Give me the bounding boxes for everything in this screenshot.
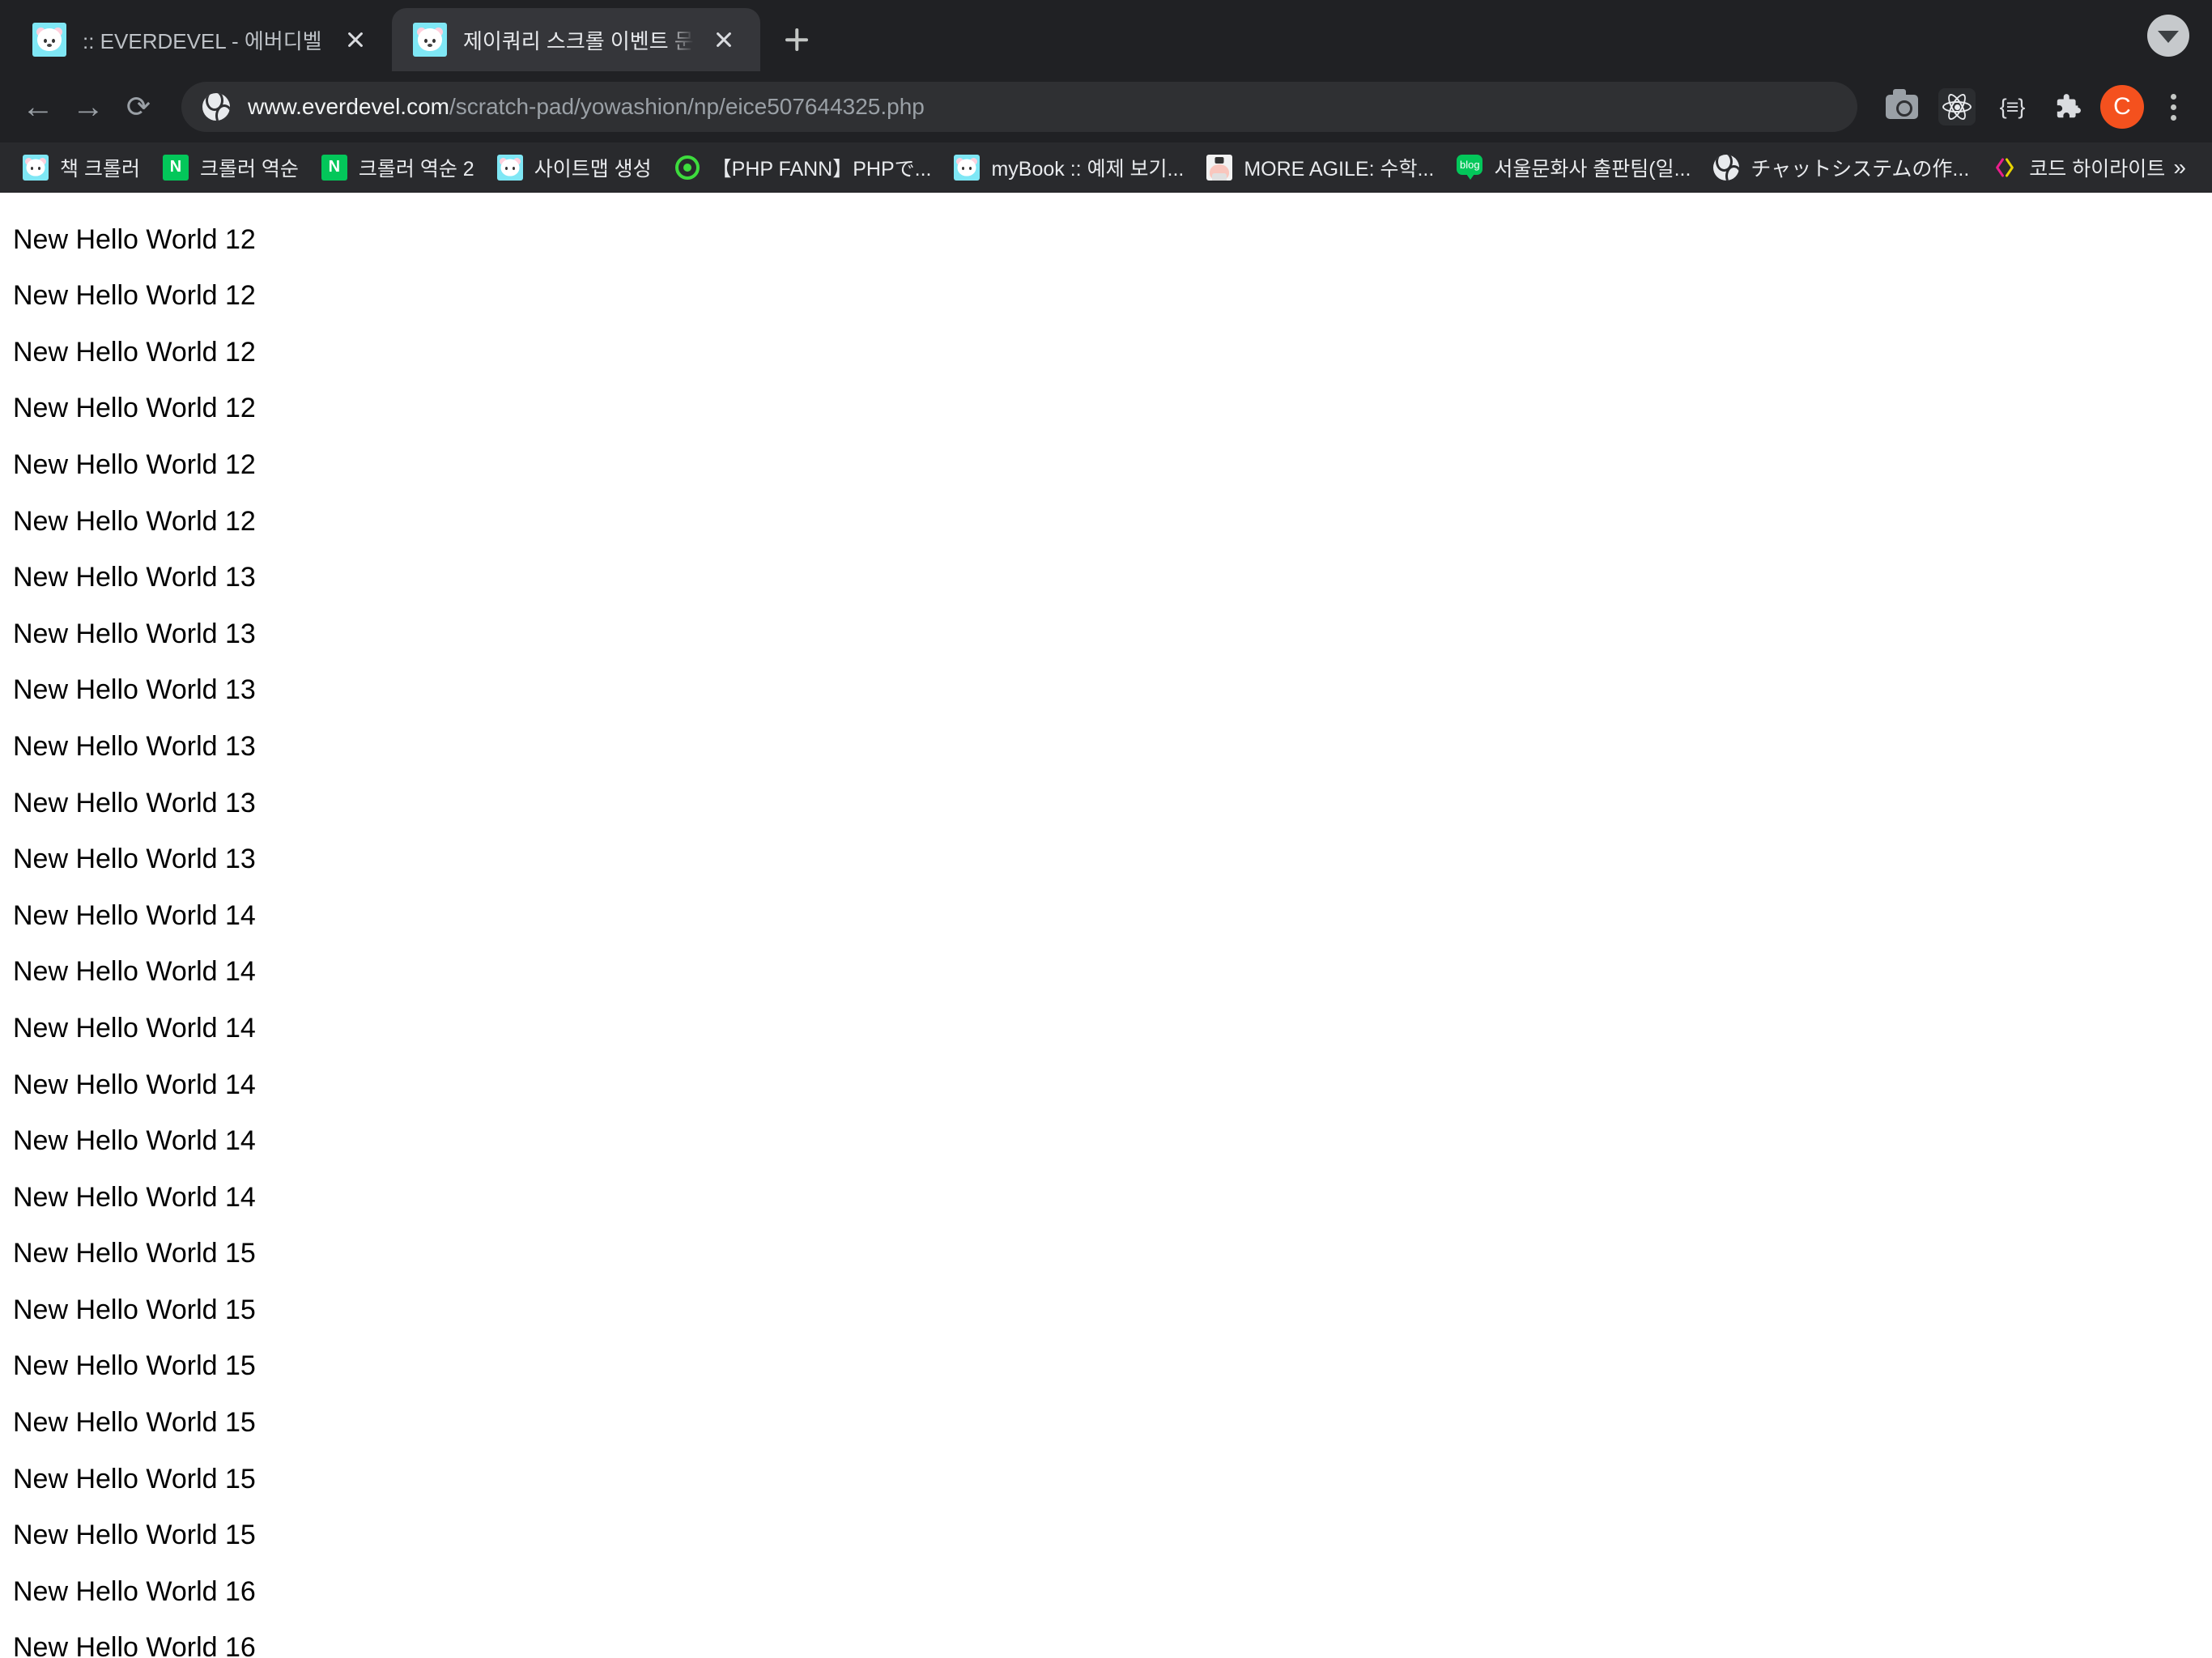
forward-button[interactable]: → [63, 82, 113, 132]
hello-world-line: New Hello World 15 [13, 1520, 256, 1551]
face-avatar-icon [1206, 154, 1233, 181]
hello-world-line: New Hello World 15 [13, 1350, 256, 1382]
hello-world-line: New Hello World 15 [13, 1238, 256, 1269]
url-host: www.everdevel.com [248, 94, 449, 119]
react-devtools-icon[interactable] [1932, 82, 1982, 132]
tab-everdevel[interactable]: :: EVERDEVEL - 에버디벨 [11, 8, 392, 71]
bear-favicon [413, 23, 447, 57]
globe-icon [1713, 154, 1740, 181]
bookmark-label: 【PHP FANN】PHPで... [711, 157, 932, 181]
bookmarks-bar: 책 크롤러 N 크롤러 역순 N 크롤러 역순 2 사이트맵 생성 【PHP F… [0, 142, 2212, 193]
bookmark-label: 코드 하이라이트 [2029, 157, 2166, 181]
hello-world-line: New Hello World 13 [13, 618, 256, 649]
tab-jquery-scroll[interactable]: 제이쿼리 스크롤 이벤트 문서 최하단 감지 [392, 8, 760, 71]
back-button[interactable]: ← [13, 82, 63, 132]
three-dot-menu-icon[interactable] [2150, 82, 2196, 132]
extensions-puzzle-icon[interactable] [2042, 82, 2092, 132]
bookmark-label: 책 크롤러 [60, 157, 140, 181]
browser-toolbar: ← → ⟳ www.everdevel.com/scratch-pad/yowa… [0, 71, 2212, 142]
hello-world-line: New Hello World 13 [13, 730, 256, 762]
bookmark-item[interactable]: N 크롤러 역순 2 [310, 148, 486, 187]
bear-favicon [496, 154, 523, 181]
bookmark-label: 사이트맵 생성 [534, 157, 652, 181]
php-fann-icon [674, 155, 700, 181]
reload-button[interactable]: ⟳ [113, 82, 164, 132]
naver-icon: N [162, 154, 189, 181]
bookmark-item[interactable]: 사이트맵 생성 [486, 148, 663, 187]
hello-world-line: New Hello World 13 [13, 562, 256, 593]
caret-down-circle-icon[interactable] [2147, 15, 2189, 57]
hello-world-line: New Hello World 14 [13, 899, 256, 931]
bear-favicon [954, 154, 981, 181]
hello-world-line: New Hello World 16 [13, 1575, 256, 1607]
hello-world-line: New Hello World 15 [13, 1407, 256, 1439]
bear-favicon [32, 23, 66, 57]
page-content: New Hello World 11 New Hello World 12 New … [0, 193, 2212, 1658]
hello-world-line: New Hello World 13 [13, 844, 256, 875]
hello-world-line: New Hello World 15 [13, 1294, 256, 1325]
url-text: www.everdevel.com/scratch-pad/yowashion/… [248, 94, 925, 120]
new-tab-button[interactable] [773, 16, 820, 63]
hello-world-line: New Hello World 13 [13, 787, 256, 818]
bookmark-label: 크롤러 역순 2 [358, 157, 474, 181]
json-viewer-icon[interactable]: {≡} [1987, 82, 2037, 132]
address-bar[interactable]: www.everdevel.com/scratch-pad/yowashion/… [181, 82, 1857, 132]
bookmark-item[interactable]: N 크롤러 역순 [151, 148, 310, 187]
globe-icon[interactable] [202, 93, 230, 121]
json-viewer-glyph: {≡} [1999, 94, 2026, 119]
bookmark-item[interactable]: blog 서울문화사 출판팀(일... [1445, 148, 1702, 187]
code-brackets-glyph [1996, 158, 2014, 176]
hello-world-line: New Hello World 14 [13, 1125, 256, 1157]
hello-world-line: New Hello World 12 [13, 280, 256, 312]
bookmark-label: 크롤러 역순 [199, 157, 299, 181]
bookmark-label: MORE AGILE: 수학... [1244, 157, 1435, 181]
hello-world-list: New Hello World 11 New Hello World 12 New … [0, 193, 2212, 1658]
hello-world-line: New Hello World 11 [0, 193, 2212, 212]
bookmark-label: myBook :: 예제 보기... [991, 157, 1185, 181]
url-path: /scratch-pad/yowashion/np/eice507644325.… [449, 94, 925, 119]
bookmark-item[interactable]: myBook :: 예제 보기... [942, 148, 1195, 187]
code-brackets-icon [1992, 155, 2018, 181]
browser-window: :: EVERDEVEL - 에버디벨 제이쿼리 스크롤 이벤트 문서 최하단 … [0, 0, 2212, 1658]
bookmark-label: チャットシステムの作... [1750, 157, 1970, 181]
puzzle-glyph [2057, 94, 2081, 118]
camera-icon[interactable] [1877, 82, 1927, 132]
hello-world-line: New Hello World 14 [13, 1012, 256, 1044]
tab-title: 제이쿼리 스크롤 이벤트 문서 최하단 감지 [463, 28, 694, 53]
naver-blog-icon: blog [1457, 154, 1483, 181]
hello-world-line: New Hello World 12 [13, 393, 256, 424]
hello-world-line: New Hello World 14 [13, 1181, 256, 1213]
hello-world-line: New Hello World 14 [13, 956, 256, 988]
hello-world-line: New Hello World 12 [13, 505, 256, 537]
tab-strip: :: EVERDEVEL - 에버디벨 제이쿼리 스크롤 이벤트 문서 최하단 … [0, 0, 2212, 71]
hello-world-line: New Hello World 15 [13, 1463, 256, 1494]
bear-favicon [23, 154, 49, 181]
naver-blog-text: blog [1457, 154, 1483, 180]
bookmark-item[interactable]: 【PHP FANN】PHPで... [663, 148, 943, 187]
bookmark-label: 서울문화사 출판팀(일... [1494, 157, 1691, 181]
hello-world-line: New Hello World 12 [13, 223, 256, 255]
hello-world-line: New Hello World 14 [13, 1069, 256, 1100]
bookmark-item[interactable]: 코드 하이라이트 [1980, 148, 2176, 187]
hello-world-line: New Hello World 12 [13, 336, 256, 368]
bookmark-item[interactable]: チャットシステムの作... [1702, 148, 1980, 187]
close-icon[interactable] [337, 21, 374, 58]
avatar[interactable]: C [2100, 85, 2144, 129]
tab-title: :: EVERDEVEL - 에버디벨 [83, 28, 322, 53]
hello-world-line: New Hello World 13 [13, 674, 256, 706]
bookmark-item[interactable]: 책 크롤러 [11, 148, 151, 187]
hello-world-line: New Hello World 12 [13, 449, 256, 480]
close-icon[interactable] [705, 21, 742, 58]
browser-chrome: :: EVERDEVEL - 에버디벨 제이쿼리 스크롤 이벤트 문서 최하단 … [0, 0, 2212, 193]
naver-icon: N [321, 154, 347, 181]
bookmarks-overflow-button[interactable]: » [2163, 150, 2196, 185]
hello-world-line: New Hello World 16 [13, 1632, 256, 1658]
bookmark-item[interactable]: MORE AGILE: 수학... [1195, 148, 1445, 187]
